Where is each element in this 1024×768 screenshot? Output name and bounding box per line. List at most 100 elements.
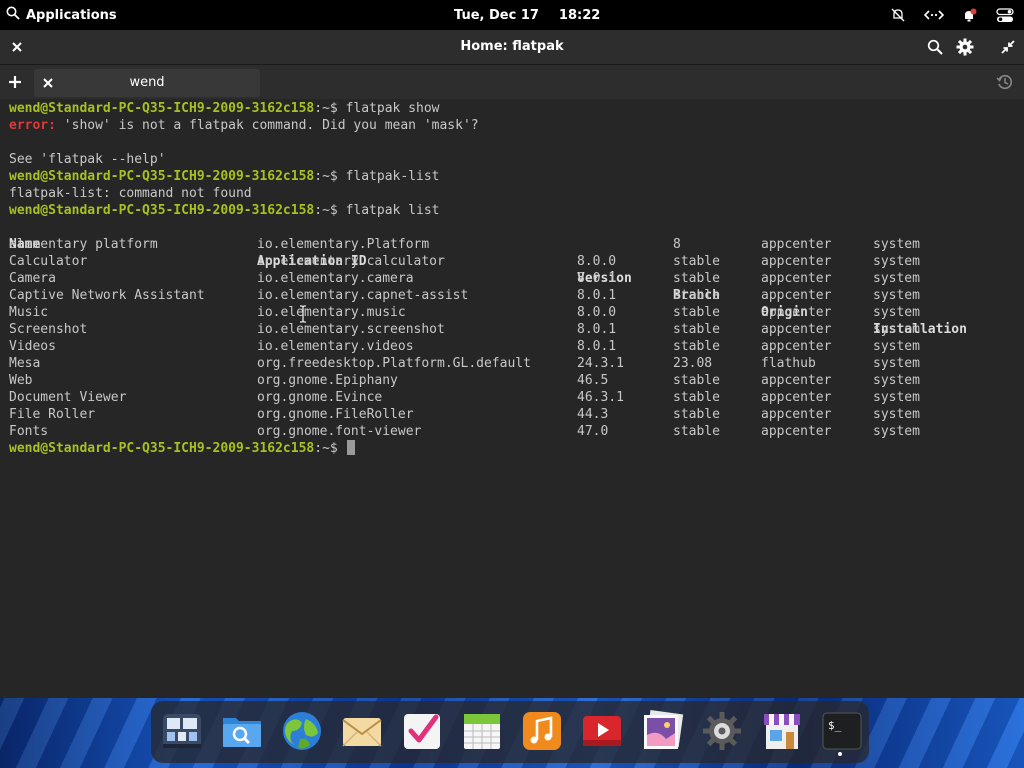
table-cell: system [873,271,920,286]
table-cell: appcenter [761,424,832,439]
table-cell: org.freedesktop.Platform.GL.default [257,356,531,371]
terminal-icon: $_ [822,712,862,750]
terminal-line: flatpak-list: command not found [9,185,252,202]
new-tab-button[interactable] [6,73,24,91]
network-wired-icon[interactable] [924,7,944,23]
close-icon [12,42,22,52]
table-cell: flathub [761,356,816,371]
table-cell: system [873,254,920,269]
table-cell: stable [673,373,720,388]
table-cell: system [873,288,920,303]
dock-system-settings[interactable] [700,709,744,753]
window-header-bar: Home: flatpak [0,30,1024,65]
videos-icon [583,716,621,746]
find-button[interactable] [926,38,944,56]
files-icon [223,718,261,747]
text-cursor [346,440,355,455]
table-cell: elementary platform [9,237,158,252]
table-cell: org.gnome.Epiphany [257,373,398,388]
table-cell: io.elementary.camera [257,271,414,286]
svg-text:$_: $_ [828,719,842,732]
table-cell: 24.3.1 [577,356,624,371]
time-label: 18:22 [558,7,601,23]
prompt-user: wend@Standard-PC-Q35-ICH9-2009-3162c158 [9,203,315,218]
command-not-found: flatpak-list: command not found [9,186,252,201]
table-cell: Fonts [9,424,49,439]
unmaximize-button[interactable] [999,38,1017,56]
terminal-line: wend@Standard-PC-Q35-ICH9-2009-3162c158:… [9,169,440,184]
calendar-icon [464,714,500,749]
system-toggles-icon[interactable] [996,7,1014,23]
notification-bell-icon[interactable] [961,7,977,23]
date-label: Tue, Dec 17 [454,7,539,23]
table-row: Web org.gnome.Epiphany 46.5 stable appcenter… [9,372,1009,389]
dock: $_ [151,701,869,763]
table-cell: appcenter [761,339,832,354]
table-cell: system [873,407,920,422]
table-cell: 8 [673,237,681,252]
table-cell: appcenter [761,288,832,303]
tab-wend[interactable]: wend [34,69,260,97]
applications-label: Applications [26,7,117,23]
dock-photos[interactable] [640,709,684,753]
table-cell: 8.0.1 [577,339,617,354]
table-row: Calculator io.elementary.calculator 8.0.0 s… [9,253,1009,270]
table-cell: 8.0.0 [577,254,617,269]
table-cell: appcenter [761,322,832,337]
table-cell: system [873,390,920,405]
table-cell: appcenter [761,237,832,252]
table-cell: 8.0.1 [577,271,617,286]
table-row: Videos io.elementary.videos 8.0.1 stable app… [9,338,1009,355]
table-cell: stable [673,407,720,422]
table-row: Document Viewer org.gnome.Evince 46.3.1 sta… [9,389,1009,406]
table-cell: 46.3.1 [577,390,624,405]
dock-web-browser[interactable] [280,709,324,753]
dock-multitasking-view[interactable] [160,709,204,753]
table-row: File Roller org.gnome.FileRoller 44.3 stabl… [9,406,1009,423]
multitasking-view-icon [163,714,201,748]
history-icon [996,74,1013,90]
tasks-icon [404,714,440,749]
table-cell: appcenter [761,373,832,388]
dock-files[interactable] [220,709,264,753]
dock-terminal[interactable]: $_ [820,709,864,753]
terminal-output[interactable]: wend@Standard-PC-Q35-ICH9-2009-3162c158:… [0,100,1024,698]
settings-button[interactable] [956,38,974,56]
applications-menu-button[interactable]: Applications [6,0,117,30]
running-indicator [838,752,842,756]
terminal-line: wend@Standard-PC-Q35-ICH9-2009-3162c158:… [9,440,355,457]
dock-mail[interactable] [340,709,384,753]
table-cell: system [873,305,920,320]
tab-label: wend [129,75,165,90]
music-icon [523,712,561,750]
table-cell: 46.5 [577,373,609,388]
table-row: Screenshot io.elementary.screenshot 8.0.1 s… [9,321,1009,338]
mail-icon [342,718,382,747]
dock-music[interactable] [520,709,564,753]
table-cell: 8.0.1 [577,322,617,337]
notifications-off-icon[interactable] [890,7,906,23]
prompt-user: wend@Standard-PC-Q35-ICH9-2009-3162c158 [9,169,315,184]
table-cell: stable [673,322,720,337]
table-row: Music io.elementary.music 8.0.0 stable appce… [9,304,1009,321]
table-cell: io.elementary.Platform [257,237,430,252]
photos-icon [644,709,684,749]
table-cell: io.elementary.screenshot [257,322,445,337]
closed-tabs-history-button[interactable] [996,73,1014,91]
dock-calendar[interactable] [460,709,504,753]
table-cell: Music [9,305,49,320]
dock-appcenter[interactable] [760,709,804,753]
table-row: Fonts org.gnome.font-viewer 47.0 stable appc… [9,423,1009,440]
table-row: Captive Network Assistant io.elementary.c… [9,287,1009,304]
dock-tasks[interactable] [400,709,444,753]
table-cell: 23.08 [673,356,713,371]
dock-videos[interactable] [580,709,624,753]
terminal-line: error: 'show' is not a flatpak command. … [9,117,479,134]
error-label: error: [9,118,56,133]
date-time-indicator[interactable]: Tue, Dec 17 18:22 [454,0,600,30]
terminal-line: wend@Standard-PC-Q35-ICH9-2009-3162c158:… [9,203,440,218]
table-cell: Mesa [9,356,41,371]
table-cell: system [873,322,920,337]
error-message: 'show' is not a flatpak command. Did you… [55,118,479,133]
window-close-button[interactable] [8,38,26,56]
